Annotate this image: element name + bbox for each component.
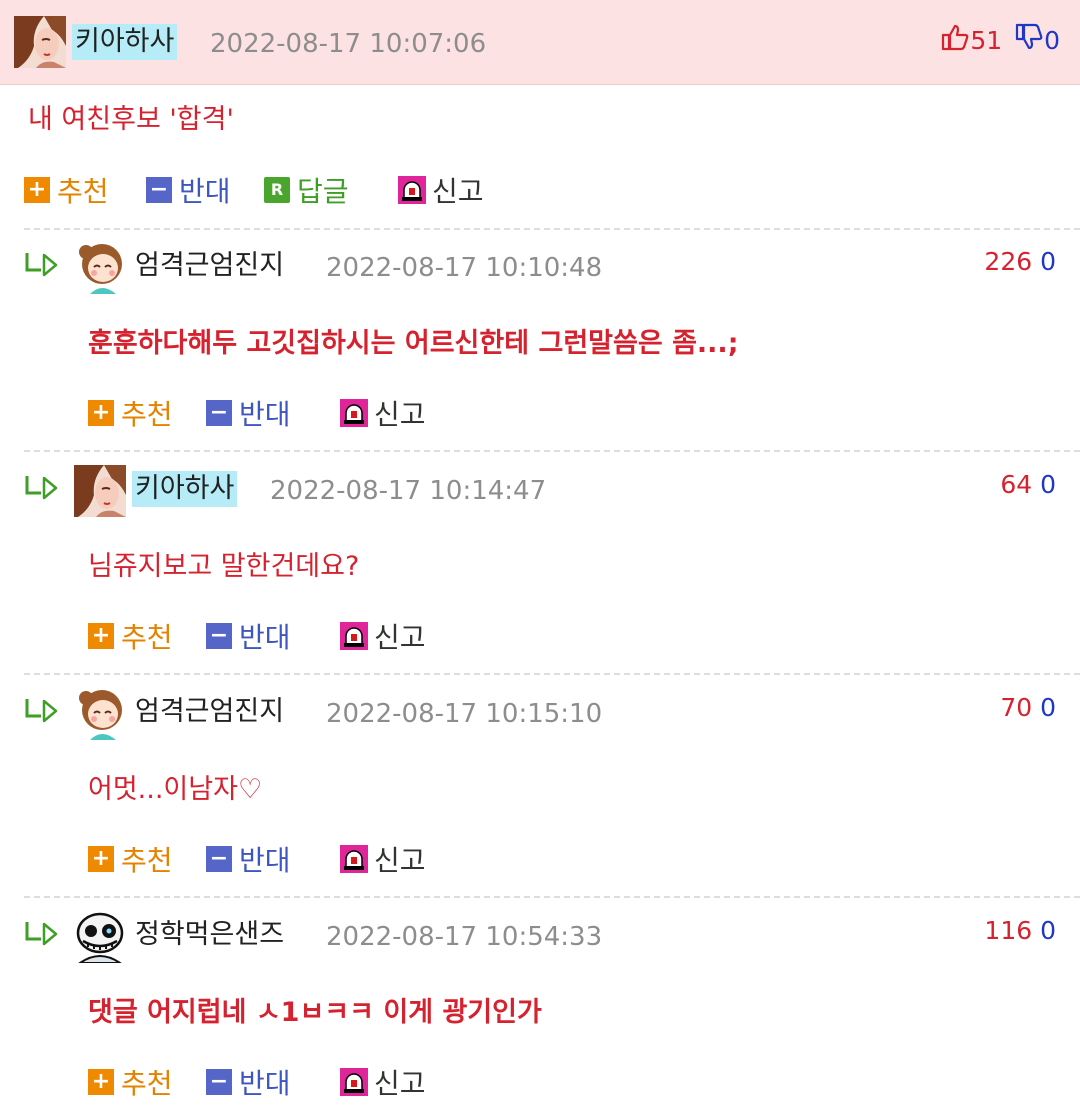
report-button[interactable]: 신고	[340, 839, 426, 879]
siren-icon	[398, 176, 426, 204]
avatar[interactable]	[76, 688, 128, 740]
reply-arrow-icon	[24, 696, 64, 726]
oppose-button[interactable]: − 반대	[146, 170, 231, 210]
like-count: 226	[984, 247, 1033, 276]
divider	[24, 228, 1080, 230]
siren-icon	[340, 845, 368, 873]
plus-icon: +	[88, 623, 114, 649]
vote-counts: 116 0	[930, 913, 1056, 949]
oppose-button[interactable]: − 반대	[206, 839, 291, 879]
vote-counts: 51 0	[930, 22, 1060, 62]
comment-text: 님쥬지보고 말한건데요?	[88, 551, 360, 582]
like-count: 116	[984, 916, 1033, 945]
oppose-button[interactable]: − 반대	[206, 616, 291, 656]
dislike-count: 0	[1040, 470, 1056, 499]
recommend-button[interactable]: + 추천	[88, 1062, 173, 1102]
avatar[interactable]	[76, 242, 128, 294]
comment-thread: 키아하사 2022-08-17 10:07:06 51 0 내 여친후보 '합격…	[0, 0, 1080, 1107]
comment-actions: + 추천 − 반대 신고	[88, 393, 488, 433]
timestamp: 2022-08-17 10:15:10	[326, 699, 603, 729]
author-name[interactable]: 키아하사	[72, 24, 178, 60]
author-name[interactable]: 정학먹은샌즈	[135, 917, 284, 953]
recommend-button[interactable]: + 추천	[88, 839, 173, 879]
comment-text: 훈훈하다해두 고깃집하시는 어르신한테 그런말씀은 좀...;	[88, 328, 739, 359]
comment-text: 어멋...이남자♡	[88, 774, 263, 805]
recommend-button[interactable]: + 추천	[88, 393, 173, 433]
siren-icon	[340, 622, 368, 650]
report-button[interactable]: 신고	[340, 1062, 426, 1102]
dislike-count: 0	[1040, 247, 1056, 276]
like-count: 64	[1000, 470, 1033, 499]
vote-counts: 70 0	[930, 690, 1056, 726]
divider	[24, 673, 1080, 675]
dislike-count: 0	[1040, 693, 1056, 722]
comment-actions: + 추천 − 반대 신고	[88, 1062, 488, 1102]
author-name[interactable]: 엄격근엄진지	[135, 248, 284, 284]
timestamp: 2022-08-17 10:10:48	[326, 253, 603, 283]
reply-arrow-icon	[24, 919, 64, 949]
author-name[interactable]: 엄격근엄진지	[135, 694, 284, 730]
dislike-count: 0	[1040, 916, 1056, 945]
like-count: 70	[1000, 693, 1033, 722]
avatar[interactable]	[14, 16, 66, 68]
divider	[24, 450, 1080, 452]
divider	[24, 896, 1080, 898]
thumbs-down-icon[interactable]	[1014, 22, 1044, 62]
plus-icon: +	[88, 846, 114, 872]
report-button[interactable]: 신고	[340, 616, 426, 656]
comment-actions: + 추천 − 반대 신고	[88, 616, 488, 656]
oppose-button[interactable]: − 반대	[206, 1062, 291, 1102]
minus-icon: −	[206, 846, 232, 872]
author-name[interactable]: 키아하사	[132, 471, 238, 507]
reply-button[interactable]: R 답글	[264, 170, 349, 210]
reply-arrow-icon	[24, 473, 64, 503]
plus-icon: +	[88, 1069, 114, 1095]
top-comment-header: 키아하사 2022-08-17 10:07:06 51 0	[0, 0, 1080, 85]
report-button[interactable]: 신고	[340, 393, 426, 433]
comment-text: 내 여친후보 '합격'	[28, 104, 234, 135]
recommend-button[interactable]: + 추천	[88, 616, 173, 656]
avatar[interactable]	[74, 911, 126, 963]
comment-actions: + 추천 − 반대 R 답글 신고	[24, 170, 524, 210]
report-button[interactable]: 신고	[398, 170, 484, 210]
minus-icon: −	[206, 1069, 232, 1095]
recommend-button[interactable]: + 추천	[24, 170, 109, 210]
vote-counts: 226 0	[930, 244, 1056, 280]
avatar[interactable]	[74, 465, 126, 517]
thumbs-up-icon[interactable]	[940, 22, 970, 62]
vote-counts: 64 0	[930, 467, 1056, 503]
dislike-count: 0	[1044, 26, 1060, 55]
comment-text: 댓글 어지럽네 ㅅ1ㅂㅋㅋ 이게 광기인가	[88, 997, 542, 1028]
timestamp: 2022-08-17 10:54:33	[326, 922, 603, 952]
timestamp: 2022-08-17 10:07:06	[210, 29, 487, 59]
plus-icon: +	[88, 400, 114, 426]
timestamp: 2022-08-17 10:14:47	[270, 476, 547, 506]
siren-icon	[340, 1068, 368, 1096]
comment-actions: + 추천 − 반대 신고	[88, 839, 488, 879]
minus-icon: −	[146, 177, 172, 203]
reply-arrow-icon	[24, 250, 64, 280]
minus-icon: −	[206, 623, 232, 649]
siren-icon	[340, 399, 368, 427]
like-count: 51	[970, 26, 1003, 55]
oppose-button[interactable]: − 반대	[206, 393, 291, 433]
reply-r-icon: R	[264, 177, 290, 203]
plus-icon: +	[24, 177, 50, 203]
minus-icon: −	[206, 400, 232, 426]
